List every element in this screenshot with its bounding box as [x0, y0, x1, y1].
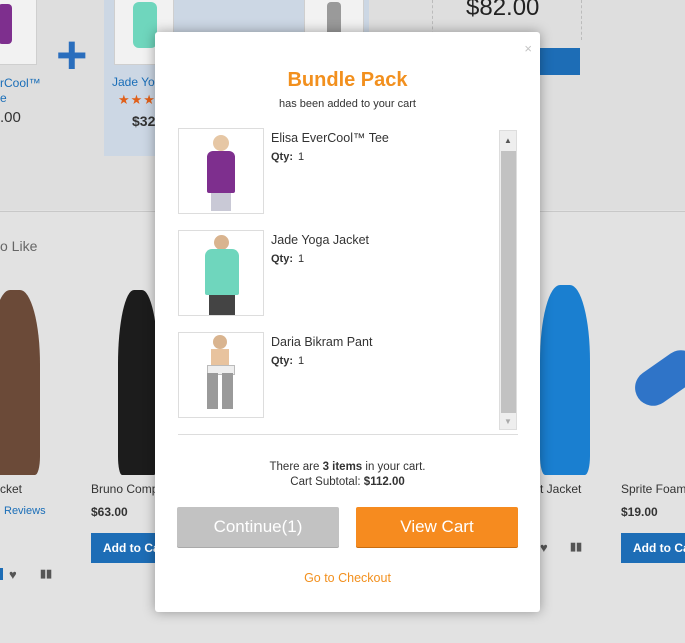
item-qty: Qty: 1 [271, 355, 304, 367]
product-image [178, 332, 264, 418]
add-to-cart-button[interactable]: Add to Ca [621, 533, 685, 563]
product-price: $32 [132, 113, 156, 129]
continue-button[interactable]: Continue(1) [177, 507, 339, 547]
product-image [178, 128, 264, 214]
product-name-cont[interactable]: e [0, 91, 7, 105]
add-to-cart-modal: × Bundle Pack has been added to your car… [155, 32, 540, 612]
item-name: Daria Bikram Pant [271, 335, 373, 349]
list-item: Jade Yoga Jacket Qty: 1 [178, 230, 498, 316]
product-name[interactable]: cket [0, 482, 22, 496]
go-to-checkout-link[interactable]: Go to Checkout [155, 571, 540, 585]
scroll-down-icon[interactable]: ▼ [504, 418, 512, 426]
item-qty: Qty: 1 [271, 253, 304, 265]
qty-label: Qty: [271, 355, 293, 367]
item-name: Jade Yoga Jacket [271, 233, 369, 247]
item-qty: Qty: 1 [271, 151, 304, 163]
summary-prefix: There are [269, 461, 320, 473]
view-cart-button[interactable]: View Cart [356, 507, 518, 547]
product-price: $63.00 [91, 505, 128, 519]
product-image[interactable] [628, 343, 685, 413]
item-name: Elisa EverCool™ Tee [271, 131, 389, 145]
subtotal-value: $112.00 [363, 476, 405, 488]
product-name[interactable]: t Jacket [540, 482, 581, 496]
close-icon[interactable]: × [524, 42, 532, 55]
cart-summary: There are 3 items in your cart. Cart Sub… [155, 460, 540, 490]
wishlist-icon[interactable]: ♥ [9, 567, 17, 582]
product-thumbnail[interactable] [0, 0, 37, 65]
qty-value: 1 [298, 151, 305, 163]
product-price: $19.00 [621, 505, 658, 519]
compare-icon[interactable]: ▮▮ [570, 540, 582, 553]
wishlist-icon[interactable]: ♥ [540, 540, 548, 555]
product-image[interactable] [540, 285, 590, 475]
scroll-up-icon[interactable]: ▲ [504, 137, 512, 145]
product-name[interactable]: Bruno Comp [91, 482, 158, 496]
qty-label: Qty: [271, 151, 293, 163]
summary-suffix: in your cart. [365, 461, 426, 473]
plus-icon: + [56, 25, 88, 85]
qty-value: 1 [298, 253, 305, 265]
item-count: 3 items [322, 461, 363, 473]
product-price: .00 [0, 109, 21, 126]
section-title: o Like [0, 238, 38, 254]
reviews-link[interactable]: Reviews [4, 505, 46, 517]
scrollbar[interactable]: ▲ ▼ [499, 130, 517, 430]
product-image[interactable] [118, 290, 158, 475]
list-item: Daria Bikram Pant Qty: 1 [178, 332, 498, 418]
compare-icon[interactable]: ▮▮ [40, 567, 52, 580]
product-name[interactable]: rCool™ [0, 76, 41, 90]
qty-label: Qty: [271, 253, 293, 265]
action-icons [0, 568, 3, 583]
product-image[interactable] [0, 290, 40, 475]
subtotal-label: Cart Subtotal: [290, 476, 361, 488]
rating-stars-icon: ★★★ [118, 92, 156, 107]
product-name[interactable]: Jade Yog [112, 75, 161, 89]
product-name[interactable]: Sprite Foam [621, 482, 685, 496]
qty-value: 1 [298, 355, 305, 367]
modal-title: Bundle Pack [287, 69, 408, 91]
modal-subtitle: has been added to your cart [279, 98, 416, 110]
product-image [178, 230, 264, 316]
cart-items-list[interactable]: Elisa EverCool™ Tee Qty: 1 Jade Yoga Jack… [178, 128, 518, 435]
bundle-price: $82.00 [466, 0, 540, 21]
scroll-thumb[interactable] [501, 151, 516, 413]
list-item: Elisa EverCool™ Tee Qty: 1 [178, 128, 498, 214]
